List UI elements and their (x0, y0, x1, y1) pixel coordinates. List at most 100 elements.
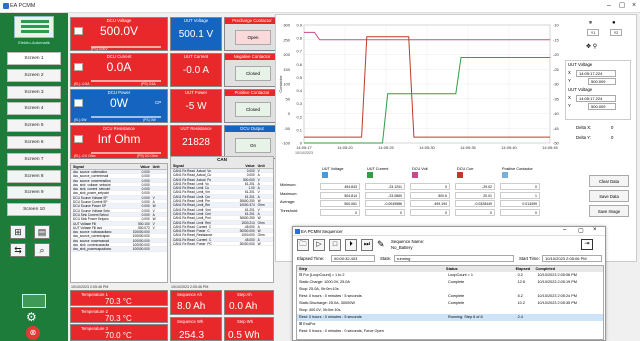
precharge-contactor-button[interactable]: Open (235, 30, 271, 45)
x-tick: 14:05:45 (542, 145, 558, 150)
play-icon[interactable]: ▷ (313, 239, 325, 251)
pause-icon[interactable]: ⏸ (589, 20, 592, 27)
table-cell (152, 247, 167, 250)
save-image-button[interactable]: Save Image (589, 205, 629, 217)
sequence-ah-tile: Sequence Ah 8.0 Ah (170, 290, 222, 315)
step-row[interactable]: Rest: 0 hours : 0 minutes : 5 seconds Run… (297, 314, 603, 321)
delta-x-label: Delta X: (576, 125, 592, 130)
y-right-tick: -20 (553, 52, 560, 57)
close-window-button[interactable]: × (628, 2, 640, 11)
step-forward-icon[interactable]: ⏵ (345, 239, 357, 251)
export-icon[interactable]: ⇥ (581, 239, 593, 250)
negative-contactor-title: Negative Contactor (225, 54, 279, 60)
clear-data-button[interactable]: Clear Data (589, 175, 629, 187)
cursor-1-y[interactable]: 500.009 (588, 78, 616, 85)
nav-icon-row-2: ⇆ ⌕ (10, 243, 58, 257)
table-cell: 61.201 (244, 181, 255, 186)
table-row[interactable]: dcu_sink_powercapacitanc 100000.000 (71, 247, 167, 252)
table-row[interactable]: CAN1 Rx Read_Power_PC 30000.000 W (171, 242, 273, 247)
screen-button-1[interactable]: Screen 1 (7, 52, 61, 65)
y-left-tick: -100 (282, 141, 291, 146)
dcu-power-mode: CP (155, 100, 162, 105)
skip-icon[interactable]: ⏭ (361, 239, 373, 251)
dcu-resistance-edit-icon[interactable] (74, 135, 83, 143)
cursor-1-x[interactable]: 14:05:17.224 (576, 70, 616, 77)
dcu-power-edit-icon[interactable] (74, 99, 83, 107)
legend-swatch[interactable] (367, 172, 373, 178)
add-screen-icon[interactable]: ⊞ (10, 225, 26, 239)
col-signal: Signal (73, 165, 84, 169)
stats-cell: 0.013499 (500, 200, 540, 207)
dcu-current-edit-icon[interactable] (74, 63, 83, 71)
screen-button-6[interactable]: Screen 6 (7, 136, 61, 149)
edit-pencil-icon[interactable]: ✎ (377, 239, 385, 250)
window-icon[interactable]: ▤ (34, 225, 50, 239)
legend-swatch[interactable] (502, 172, 508, 178)
table-cell: 0.000 (141, 174, 150, 179)
sequencer-close-button[interactable]: × (593, 227, 597, 233)
legend-swatch[interactable] (457, 172, 463, 178)
maximize-button[interactable]: ▢ (616, 2, 628, 11)
save-data-button[interactable]: Save Data (589, 190, 629, 202)
cursor-2-x[interactable]: 14:05:17.224 (576, 95, 616, 102)
dcu-power-value: 0W (110, 96, 128, 110)
positive-contactor-button[interactable]: Closed (235, 102, 271, 117)
step-row[interactable]: ⊞ EndFor (297, 321, 603, 328)
step-row[interactable]: Static Charge: 1000.0V, 25.0A Complete 12.… (297, 279, 603, 286)
y-inner-tick: 0.7 (296, 49, 302, 54)
x-sub-label: 10/10/2023 (295, 151, 313, 155)
table-cell (152, 174, 167, 177)
stats-cell: 1 (500, 191, 540, 199)
screen-button-2[interactable]: Screen 2 (7, 68, 61, 82)
step-row[interactable]: Stop: 400.0V, 0h:0m:10s (297, 307, 603, 314)
positive-contactor-tile: Positive Contactor Closed (224, 89, 280, 123)
search-icon[interactable]: ⌕ (34, 243, 50, 257)
y-scale-button-2[interactable]: Y2 (610, 29, 622, 36)
step-row[interactable]: Rest: 0 hours : 0 minutes : 0 seconds, F… (297, 328, 603, 335)
transfer-icon[interactable]: ⇆ (10, 243, 26, 257)
open-folder-icon[interactable]: 🗀 (297, 239, 309, 251)
screen-button-9[interactable]: Screen 9 (7, 186, 61, 200)
table-cell: A (152, 212, 155, 217)
step-row[interactable]: ⊟ For [LoopCount] = 1 to 2 LoopCount = 1 0… (297, 272, 603, 279)
sequencer-maximize-button[interactable]: ▢ (578, 227, 584, 234)
exit-icon[interactable]: ⊗ (26, 326, 40, 340)
y-scale-button-1[interactable]: Y1 (587, 29, 599, 36)
step-row[interactable]: Static Discharge: 25.0A, 30000W Complete 1… (297, 300, 603, 307)
record-icon[interactable]: ● (612, 20, 616, 26)
gear-icon[interactable]: ⚙ (26, 310, 37, 324)
negative-contactor-button[interactable]: Closed (235, 66, 271, 81)
step-cell: Rest: 0 hours : 0 minutes : 5 seconds (299, 294, 362, 298)
table-cell: CAN1 Rx Read_Power_PC (173, 242, 212, 246)
screen-button-8[interactable]: Screen 8 (7, 169, 61, 183)
cursor-icon[interactable]: ✥ ⚲ (586, 43, 597, 50)
table-cell: DCU Source Voltage SP (73, 195, 108, 200)
screen-button-3[interactable]: Screen 3 (7, 85, 61, 99)
screen-button-7[interactable]: Screen 7 (7, 152, 61, 166)
minimize-button[interactable]: – (603, 2, 615, 11)
monitor-icon[interactable] (22, 294, 46, 308)
step-row[interactable]: Stop: 25.0A, 0h:0m:10s (297, 286, 603, 293)
dcu-voltage-edit-icon[interactable] (74, 27, 83, 35)
step-row[interactable]: Rest: 0 hours : 0 minutes : 5 seconds Com… (297, 293, 603, 300)
dcu-output-button[interactable]: On (235, 138, 271, 153)
screen-button-10[interactable]: Screen 10 (7, 203, 61, 217)
stats-cell: 20.01 (455, 191, 495, 199)
cursor-2-y[interactable]: 500.009 (588, 103, 616, 110)
table-cell: A (257, 194, 260, 199)
dcu-voltage-value: 500.0V (99, 24, 139, 38)
table-cell: dcu_sink_current_setpoint (73, 187, 111, 191)
legend-swatch[interactable] (322, 172, 328, 178)
table-cell: V (152, 195, 155, 200)
col-unit: Unit (257, 164, 265, 168)
uut-power-tile: UUT Power -5 W (170, 89, 222, 123)
screen-button-5[interactable]: Screen 5 (7, 119, 61, 133)
y-right-tick: -35 (553, 96, 560, 101)
screen-button-4[interactable]: Screen 4 (7, 102, 61, 116)
stop-icon[interactable]: □ (329, 239, 341, 251)
table-cell: CAN1 Rx Read_Limit_Vo (173, 181, 209, 186)
legend-swatch[interactable] (412, 172, 418, 178)
y-right-tick: -40 (553, 111, 560, 116)
y-inner-tick: 0.2 (296, 114, 302, 119)
sequencer-minimize-button[interactable]: – (563, 227, 566, 233)
